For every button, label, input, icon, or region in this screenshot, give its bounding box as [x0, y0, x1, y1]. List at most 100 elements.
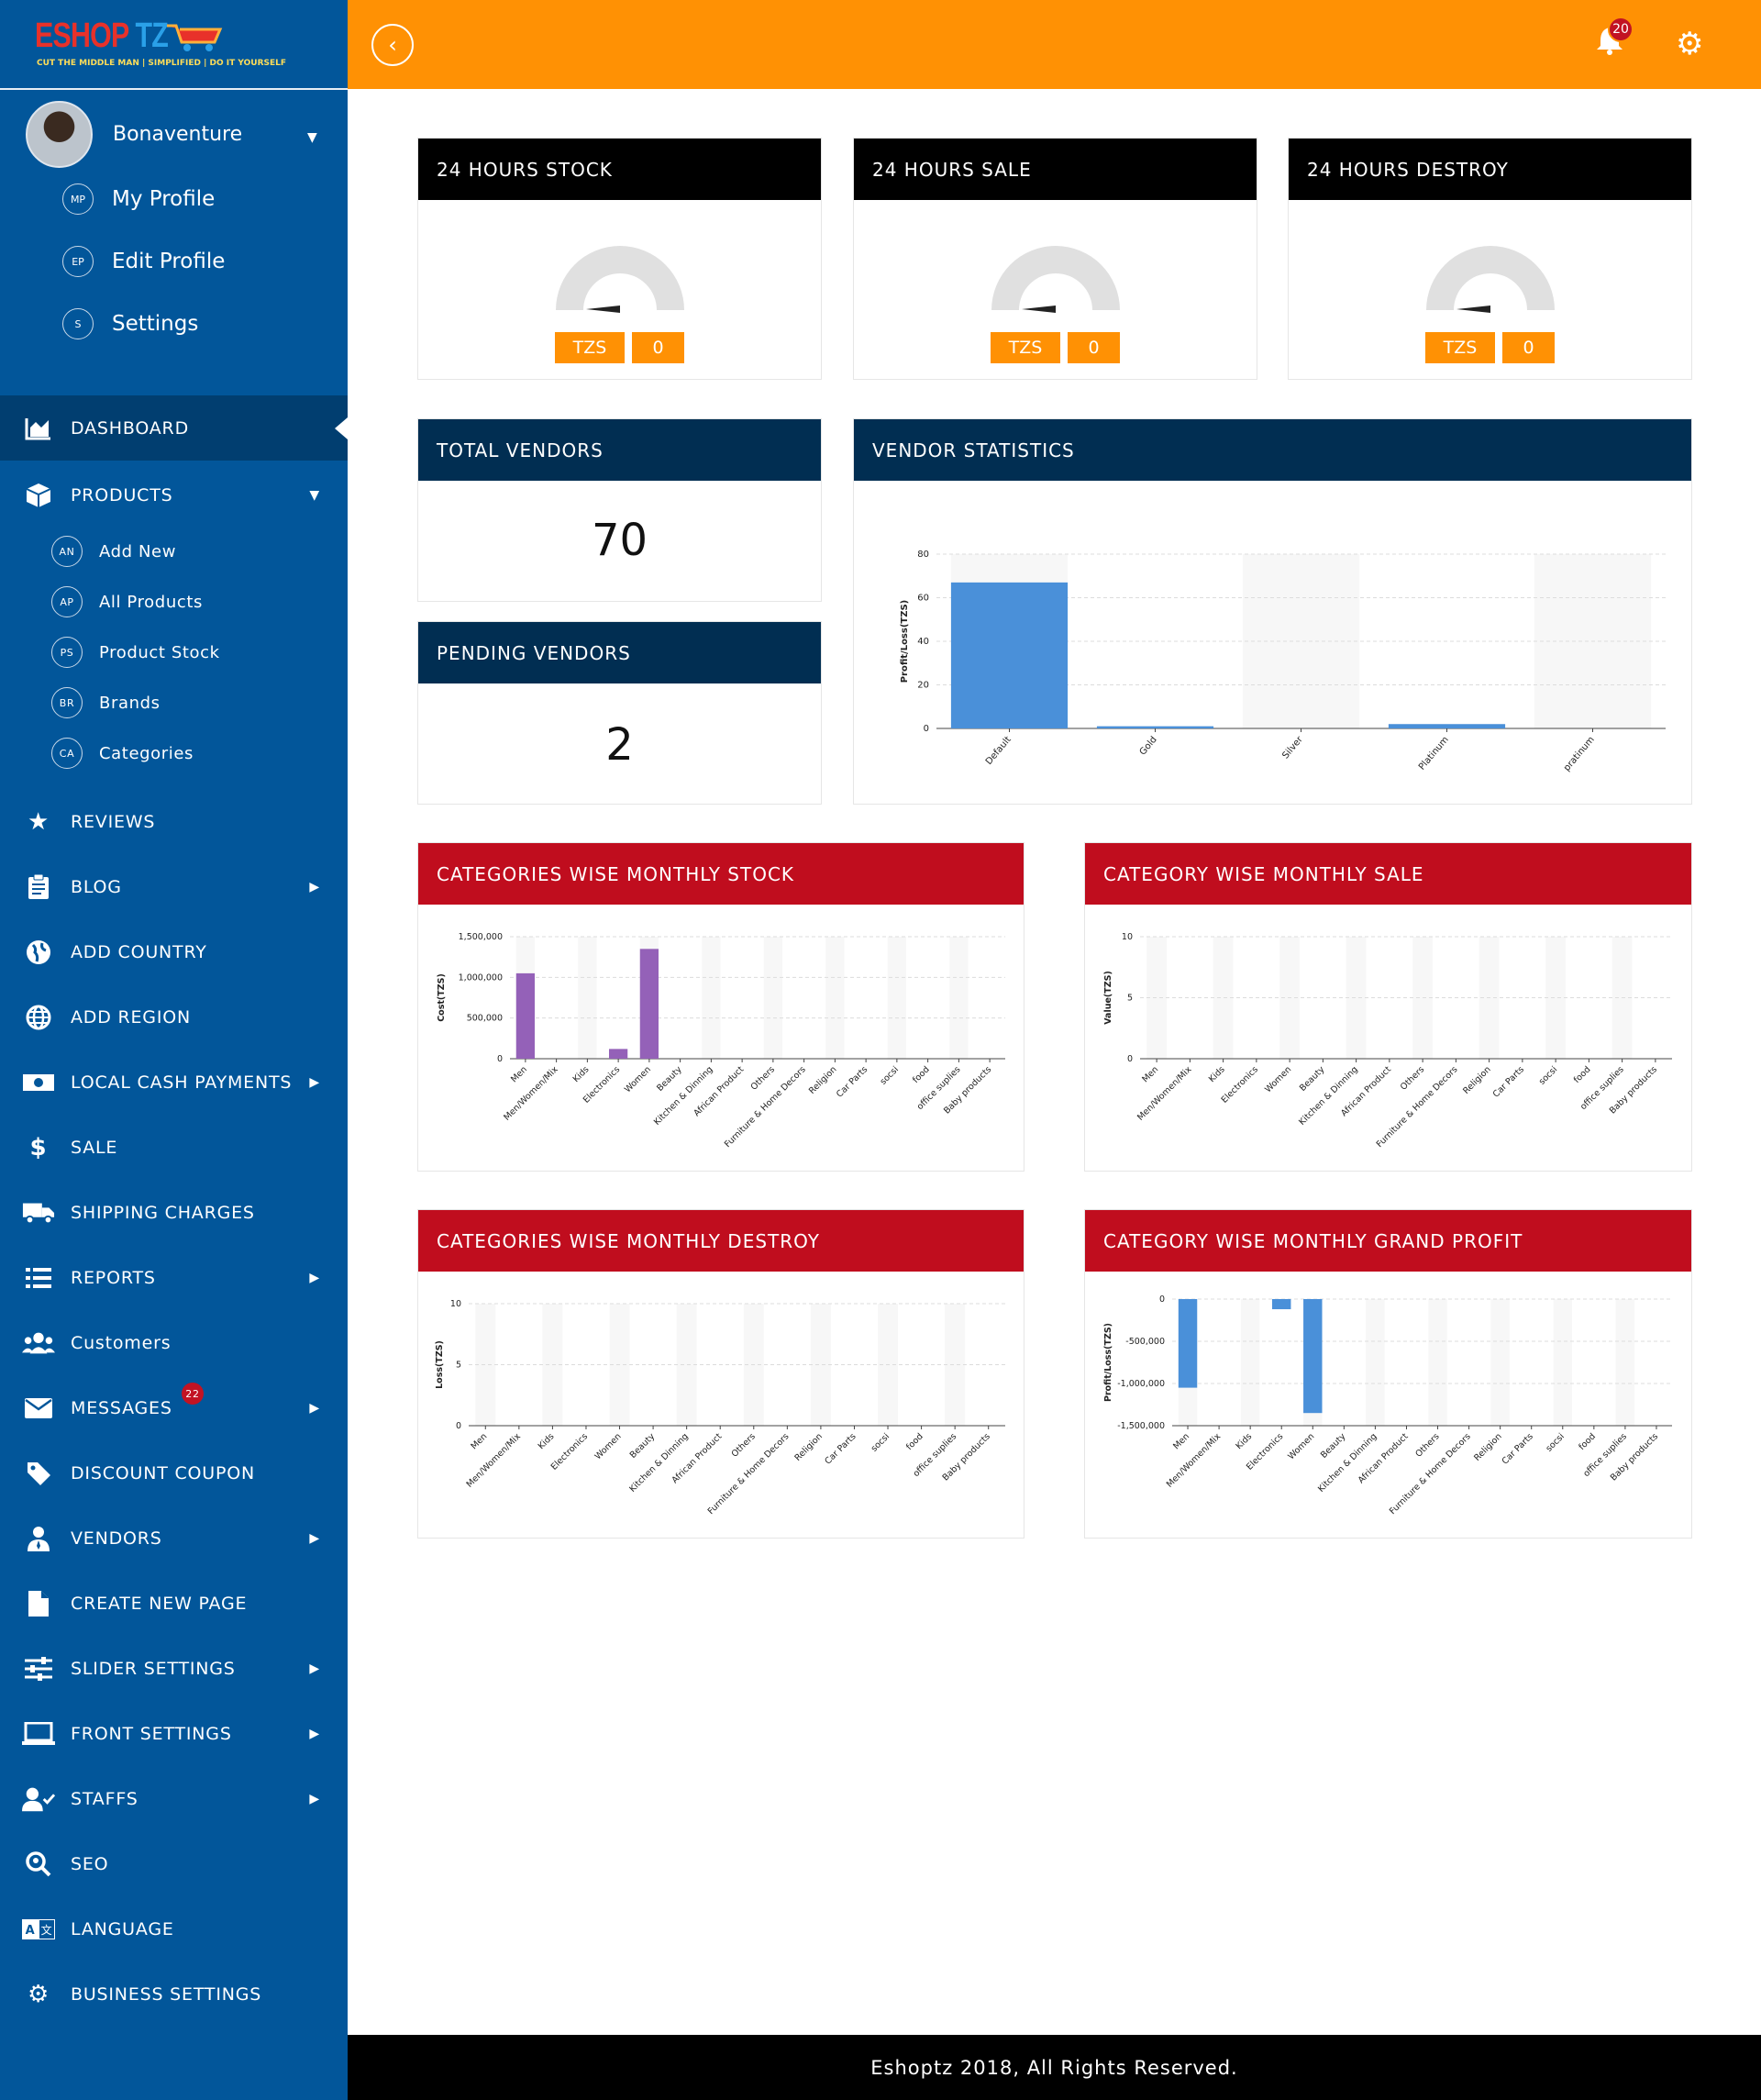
x-tick-label: food	[1577, 1431, 1598, 1452]
user-panel[interactable]: Bonaventure ▼	[26, 101, 317, 168]
y-tick-label: 10	[1122, 932, 1133, 942]
edit-profile-link[interactable]: EP Edit Profile	[62, 246, 225, 277]
nav-add-country[interactable]: ADD COUNTRY	[0, 919, 348, 984]
monthly-destroy-chart: 0510Loss(TZS)MenMen/Women/Mix KidsElectro…	[435, 1299, 1005, 1517]
y-tick-label: 0	[456, 1421, 461, 1431]
nav-label: CREATE NEW PAGE	[71, 1593, 248, 1614]
sub-brands[interactable]: BR Brands	[51, 687, 161, 718]
x-tick-label: Gold	[1138, 735, 1159, 758]
card-title: CATEGORIES WISE MONTHLY DESTROY	[418, 1210, 1024, 1272]
x-tick-label: Others	[1399, 1064, 1426, 1092]
y-tick-label: 5	[1127, 994, 1133, 1004]
nav-products[interactable]: PRODUCTS ▼	[0, 462, 348, 528]
bar	[1388, 724, 1506, 728]
sub-all-products[interactable]: AP All Products	[51, 586, 203, 617]
nav-vendors[interactable]: VENDORS ▶	[0, 1506, 348, 1571]
nav-messages[interactable]: MESSAGES 22 ▶	[0, 1375, 348, 1440]
nav-create-page[interactable]: CREATE NEW PAGE	[0, 1571, 348, 1636]
nav-label: BLOG	[71, 876, 122, 897]
gauge	[555, 246, 684, 313]
nav-reports[interactable]: REPORTS ▶	[0, 1245, 348, 1310]
nav-business-settings[interactable]: ⚙ BUSINESS SETTINGS	[0, 1961, 348, 2027]
settings-link[interactable]: S Settings	[62, 308, 198, 339]
back-button[interactable]: ‹	[371, 24, 414, 66]
y-axis-label: Loss(TZS)	[435, 1340, 445, 1389]
nav-shipping[interactable]: SHIPPING CHARGES	[0, 1180, 348, 1245]
y-tick-label: 0	[497, 1054, 503, 1064]
currency-tag: TZS	[991, 332, 1060, 363]
y-axis-label: Profit/Loss(TZS)	[1103, 1323, 1113, 1402]
nav-sale[interactable]: $ SALE	[0, 1115, 348, 1180]
nav-label: SALE	[71, 1137, 118, 1158]
bar	[1178, 1299, 1198, 1388]
nav-label: Customers	[71, 1332, 172, 1353]
monthly-destroy-card: CATEGORIES WISE MONTHLY DESTROY 0 5 10 Loss…	[417, 1209, 1024, 1539]
gear-icon[interactable]: ⚙	[1676, 26, 1703, 62]
x-tick-label: Women	[593, 1431, 624, 1461]
nav-language[interactable]: A 文 LANGUAGE	[0, 1896, 348, 1961]
y-tick-label: -1,500,000	[1117, 1421, 1165, 1431]
user-name[interactable]: Bonaventure	[113, 123, 242, 146]
nav-front-settings[interactable]: FRONT SETTINGS ▶	[0, 1701, 348, 1766]
sub-categories[interactable]: CA Categories	[51, 738, 194, 769]
nav-add-region[interactable]: ADD REGION	[0, 984, 348, 1050]
gauge	[1425, 246, 1555, 313]
nav-reviews[interactable]: ★ REVIEWS	[0, 789, 348, 854]
category-band	[887, 937, 906, 1059]
y-tick-label: 80	[917, 550, 929, 560]
nav-staffs[interactable]: STAFFS ▶	[0, 1766, 348, 1831]
chevron-down-icon: ▼	[309, 487, 320, 503]
category-band	[1545, 937, 1566, 1059]
x-tick-label: Default	[984, 735, 1013, 767]
nav-customers[interactable]: Customers	[0, 1310, 348, 1375]
notification-badge[interactable]: 20	[1608, 17, 1634, 42]
active-indicator	[335, 417, 348, 439]
x-tick-label: Kitchen & Dinning	[1316, 1431, 1379, 1494]
x-tick-label: Platinum	[1417, 735, 1451, 772]
stock-card: 24 HOURS STOCK TZS 0	[417, 138, 822, 380]
nav-label: DASHBOARD	[71, 417, 189, 439]
avatar[interactable]	[26, 101, 93, 168]
chevron-right-icon: ▶	[309, 1530, 320, 1546]
y-tick-label: 40	[917, 637, 929, 647]
nav-blog[interactable]: BLOG ▶	[0, 854, 348, 919]
logo-tagline: CUT THE MIDDLE MAN | SIMPLIFIED | DO IT …	[37, 59, 287, 68]
card-title: 24 HOURS DESTROY	[1289, 139, 1691, 200]
nav-discount[interactable]: DISCOUNT COUPON	[0, 1440, 348, 1506]
chevron-down-icon[interactable]: ▼	[307, 130, 317, 145]
bar	[609, 1049, 628, 1059]
nav-seo[interactable]: SEO	[0, 1831, 348, 1896]
my-profile-link[interactable]: MP My Profile	[62, 183, 215, 215]
x-tick-label: Kitchen & Dinning	[627, 1431, 690, 1494]
menu-label: All Products	[99, 592, 203, 612]
x-tick-label: Silver	[1280, 734, 1305, 761]
x-tick-label: Religion	[1472, 1431, 1504, 1463]
nav-label: REPORTS	[71, 1267, 156, 1288]
x-tick-label: food	[1572, 1064, 1593, 1085]
monthly-sale-card: CATEGORY WISE MONTHLY SALE 0 5 10 Value(TZS…	[1084, 842, 1692, 1172]
y-tick-label: -1,000,000	[1117, 1379, 1165, 1389]
chevron-right-icon: ▶	[309, 1074, 320, 1090]
nav-label: BUSINESS SETTINGS	[71, 1983, 262, 2005]
y-tick-label: 500,000	[467, 1014, 503, 1024]
chevron-right-icon: ▶	[309, 1270, 320, 1285]
x-tick-label: Others	[1413, 1431, 1441, 1459]
dollar-icon: $	[29, 1133, 48, 1161]
x-tick-label: Men/Women/Mix	[502, 1064, 560, 1123]
sale-card: 24 HOURS SALE TZS 0	[853, 138, 1257, 380]
category-band	[945, 1304, 966, 1426]
nav-local-cash[interactable]: LOCAL CASH PAYMENTS ▶	[0, 1050, 348, 1115]
monthly-stock-chart: 0 500,000 1,000,000 1,500,000 Cost(TZS) MenMe…	[437, 932, 1005, 1150]
category-band	[1553, 1299, 1572, 1426]
sub-add-new[interactable]: AN Add New	[51, 536, 176, 567]
logo[interactable]: ESHOP TZ CUT THE MIDDLE MAN | SIMPLIFIED…	[0, 0, 348, 90]
nav-label: SLIDER SETTINGS	[71, 1658, 236, 1679]
sub-product-stock[interactable]: PS Product Stock	[51, 637, 220, 668]
nav-dashboard[interactable]: DASHBOARD	[0, 395, 348, 461]
category-band	[949, 937, 969, 1059]
top-bar: ‹ 20 ⚙	[348, 0, 1761, 89]
category-band	[825, 937, 845, 1059]
globe-americas-icon	[22, 939, 55, 965]
card-title: CATEGORIES WISE MONTHLY STOCK	[418, 843, 1024, 905]
nav-slider-settings[interactable]: SLIDER SETTINGS ▶	[0, 1636, 348, 1701]
